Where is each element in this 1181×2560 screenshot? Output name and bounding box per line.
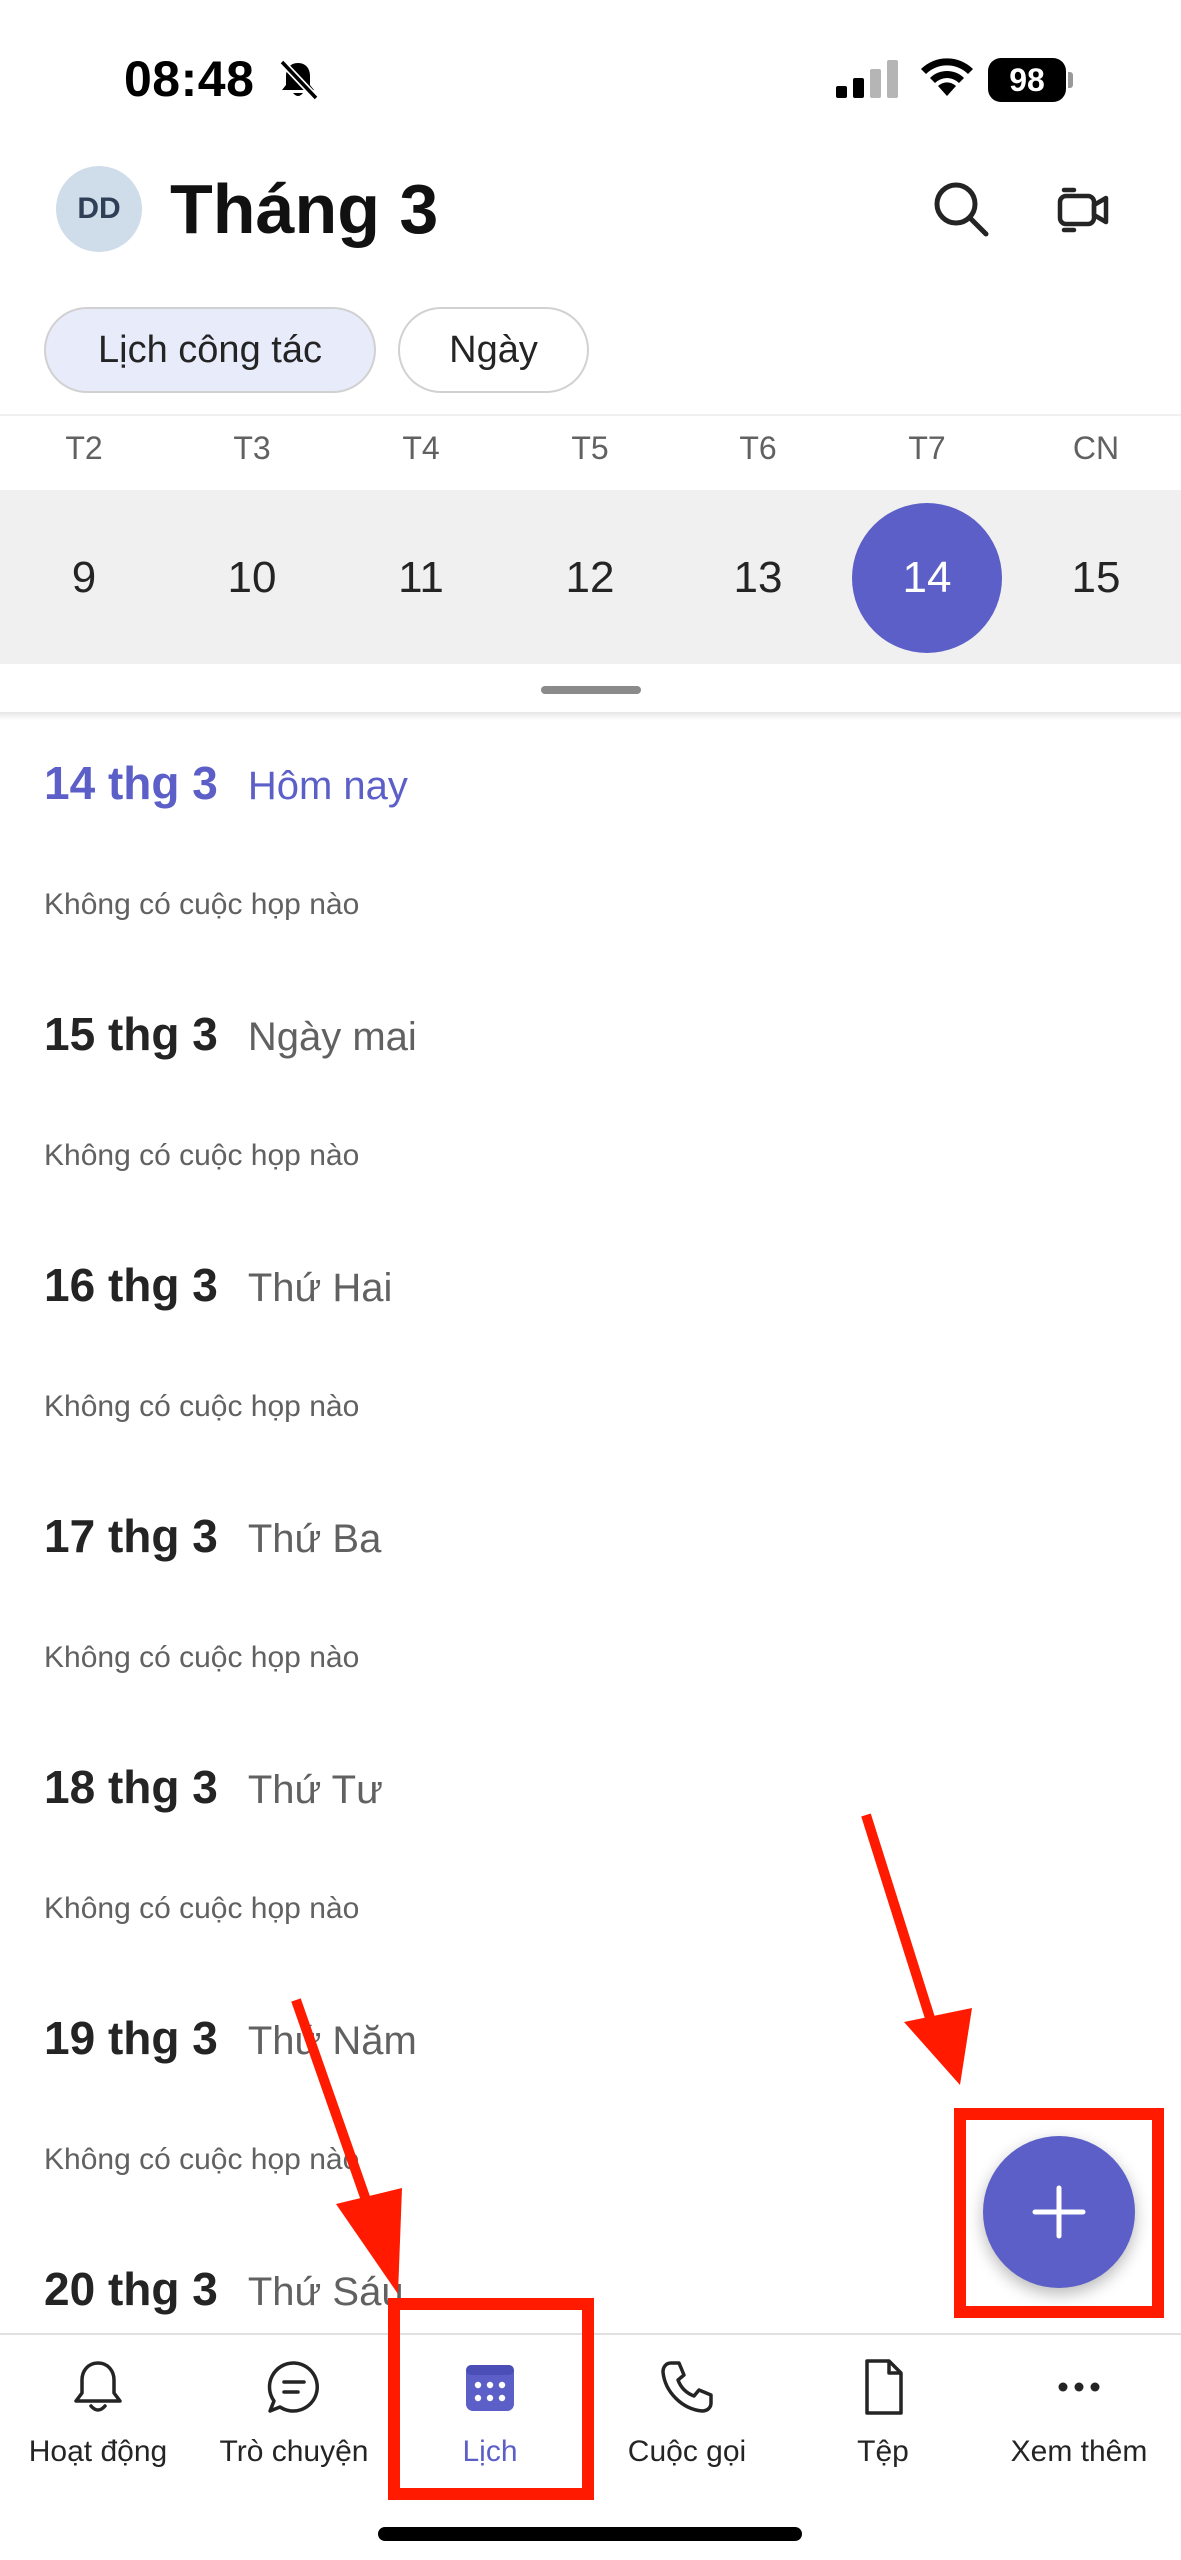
no-meetings-text: Không có cuộc họp nào <box>44 1139 360 1172</box>
day-relative-label: Thứ Năm <box>247 2019 417 2063</box>
day-heading: 14 thg 3 Hôm nay <box>44 756 408 810</box>
no-meetings-text: Không có cuộc họp nào <box>44 1892 360 1925</box>
file-icon <box>865 2359 903 2415</box>
weekday-labels: T2 T3 T4 T5 T6 T7 CN <box>0 430 1181 480</box>
battery-indicator: 98 <box>988 58 1073 102</box>
day-relative-label: Thứ Hai <box>247 1266 393 1310</box>
no-meetings-text: Không có cuộc họp nào <box>44 1390 360 1423</box>
bell-off-icon <box>279 59 319 101</box>
day-cell[interactable]: 11 <box>346 503 496 653</box>
page-title: Tháng 3 <box>170 170 439 248</box>
agenda-view-pill[interactable]: Lịch công tác <box>44 307 376 393</box>
arrow-to-fab <box>861 1813 972 2085</box>
day-relative-label: Hôm nay <box>247 764 408 808</box>
nav-item-activity[interactable]: Hoạt động <box>0 2335 196 2535</box>
nav-label: Xem thêm <box>1010 2435 1148 2468</box>
day-cell[interactable]: 12 <box>515 503 665 653</box>
nav-label: Hoạt động <box>28 2435 168 2468</box>
day-cell[interactable]: 9 <box>9 503 159 653</box>
nav-item-calls[interactable]: Cuộc gọi <box>589 2335 785 2535</box>
nav-item-chat[interactable]: Trò chuyện <box>196 2335 392 2535</box>
weekday-label: T2 <box>65 430 103 466</box>
highlight-box-fab <box>954 2108 1164 2318</box>
more-icon <box>1058 2382 1100 2392</box>
weekday-label: T7 <box>908 430 946 466</box>
nav-item-files[interactable]: Tệp <box>785 2335 981 2535</box>
no-meetings-text: Không có cuộc họp nào <box>44 888 360 921</box>
bell-icon <box>74 2361 122 2412</box>
weekday-label: T5 <box>571 430 609 466</box>
weekday-label: T6 <box>739 430 777 466</box>
highlight-box-calendar-tab <box>388 2298 594 2500</box>
chat-icon <box>267 2361 319 2413</box>
meet-now-icon[interactable] <box>1050 176 1116 242</box>
weekday-label: T3 <box>233 430 271 466</box>
day-heading: 19 thg 3 Thứ Năm <box>44 2011 417 2065</box>
day-heading: 20 thg 3 Thứ Sáu <box>44 2262 404 2316</box>
day-view-pill[interactable]: Ngày <box>398 307 589 393</box>
day-heading: 16 thg 3 Thứ Hai <box>44 1258 392 1312</box>
day-date: 15 thg 3 <box>44 1008 218 1060</box>
search-icon[interactable] <box>928 176 994 242</box>
day-cell[interactable]: 10 <box>177 503 327 653</box>
status-time: 08:48 <box>124 51 255 107</box>
weekday-label: CN <box>1072 430 1120 466</box>
drag-handle[interactable] <box>541 686 641 694</box>
battery-cap <box>1068 72 1073 88</box>
wifi-icon <box>921 58 973 96</box>
day-cell-selected[interactable]: 14 <box>852 503 1002 653</box>
divider <box>0 414 1181 416</box>
day-heading: 18 thg 3 Thứ Tư <box>44 1760 383 1814</box>
day-heading: 15 thg 3 Ngày mai <box>44 1007 417 1061</box>
day-cell[interactable]: 13 <box>683 503 833 653</box>
sheet-edge <box>0 712 1181 720</box>
day-date: 17 thg 3 <box>44 1510 218 1562</box>
nav-item-more[interactable]: Xem thêm <box>981 2335 1177 2535</box>
day-relative-label: Thứ Sáu <box>247 2270 404 2314</box>
no-meetings-text: Không có cuộc họp nào <box>44 2143 360 2176</box>
day-relative-label: Thứ Tư <box>247 1768 383 1812</box>
nav-label: Trò chuyện <box>219 2435 369 2468</box>
day-heading: 17 thg 3 Thứ Ba <box>44 1509 381 1563</box>
day-date: 20 thg 3 <box>44 2263 218 2315</box>
day-cell[interactable]: 15 <box>1021 503 1171 653</box>
day-date: 18 thg 3 <box>44 1761 218 1813</box>
no-meetings-text: Không có cuộc họp nào <box>44 1641 360 1674</box>
cellular-signal-icon <box>836 60 898 98</box>
battery-level: 98 <box>988 58 1066 102</box>
nav-label: Tệp <box>857 2435 909 2468</box>
avatar[interactable]: DD <box>56 166 142 252</box>
day-date: 19 thg 3 <box>44 2012 218 2064</box>
day-relative-label: Ngày mai <box>247 1015 417 1059</box>
day-date: 14 thg 3 <box>44 757 218 809</box>
nav-label: Cuộc gọi <box>627 2435 747 2468</box>
week-day-strip: 9 10 11 12 13 14 15 <box>0 490 1181 664</box>
day-relative-label: Thứ Ba <box>247 1517 382 1561</box>
status-bar: 08:48 98 <box>0 0 1181 150</box>
home-indicator <box>378 2527 802 2541</box>
weekday-label: T4 <box>402 430 440 466</box>
day-date: 16 thg 3 <box>44 1259 218 1311</box>
phone-icon <box>661 2361 713 2413</box>
